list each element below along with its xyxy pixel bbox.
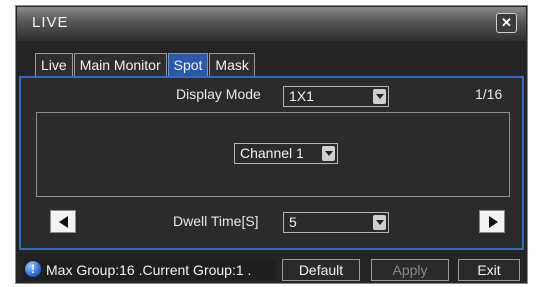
title-bar: LIVE ✕ <box>17 7 526 41</box>
live-dialog: LIVE ✕ Live Main Monitor Spot Mask Displ… <box>15 5 528 284</box>
status-text: Max Group:16 .Current Group:1 . <box>46 262 252 278</box>
display-mode-value: 1X1 <box>289 88 314 104</box>
bottom-bar: ! Max Group:16 .Current Group:1 . Defaul… <box>16 256 527 282</box>
dwell-time-value: 5 <box>289 214 297 230</box>
spot-panel: Display Mode 1X1 1/16 Channel 1 Dwell Ti… <box>19 76 524 250</box>
apply-button[interactable]: Apply <box>371 259 449 281</box>
display-mode-label: Display Mode <box>176 86 261 102</box>
tab-spot[interactable]: Spot <box>167 53 209 76</box>
dropdown-arrow-icon <box>373 89 386 104</box>
channel-value: Channel 1 <box>240 145 304 161</box>
tab-live[interactable]: Live <box>35 53 73 76</box>
tab-mask[interactable]: Mask <box>209 53 255 76</box>
tab-bar: Live Main Monitor Spot Mask <box>35 53 256 77</box>
dwell-time-select[interactable]: 5 <box>283 212 389 233</box>
window-title: LIVE <box>32 14 69 31</box>
arrow-right-icon <box>489 216 498 228</box>
page-indicator: 1/16 <box>475 86 503 102</box>
status-bar: ! Max Group:16 .Current Group:1 . <box>23 259 276 281</box>
info-icon: ! <box>25 261 41 277</box>
dwell-time-label: Dwell Time[S] <box>173 213 259 229</box>
default-button[interactable]: Default <box>282 259 360 281</box>
close-button[interactable]: ✕ <box>496 13 517 33</box>
display-mode-select[interactable]: 1X1 <box>283 86 389 107</box>
dropdown-arrow-icon <box>373 215 386 230</box>
dropdown-arrow-icon <box>322 146 335 161</box>
exit-button[interactable]: Exit <box>458 259 520 281</box>
tab-main-monitor[interactable]: Main Monitor <box>73 53 167 76</box>
channel-box: Channel 1 <box>36 112 510 197</box>
next-button[interactable] <box>479 210 505 233</box>
arrow-left-icon <box>59 216 68 228</box>
previous-button[interactable] <box>50 210 76 233</box>
channel-select[interactable]: Channel 1 <box>234 143 338 164</box>
close-icon: ✕ <box>501 15 512 30</box>
